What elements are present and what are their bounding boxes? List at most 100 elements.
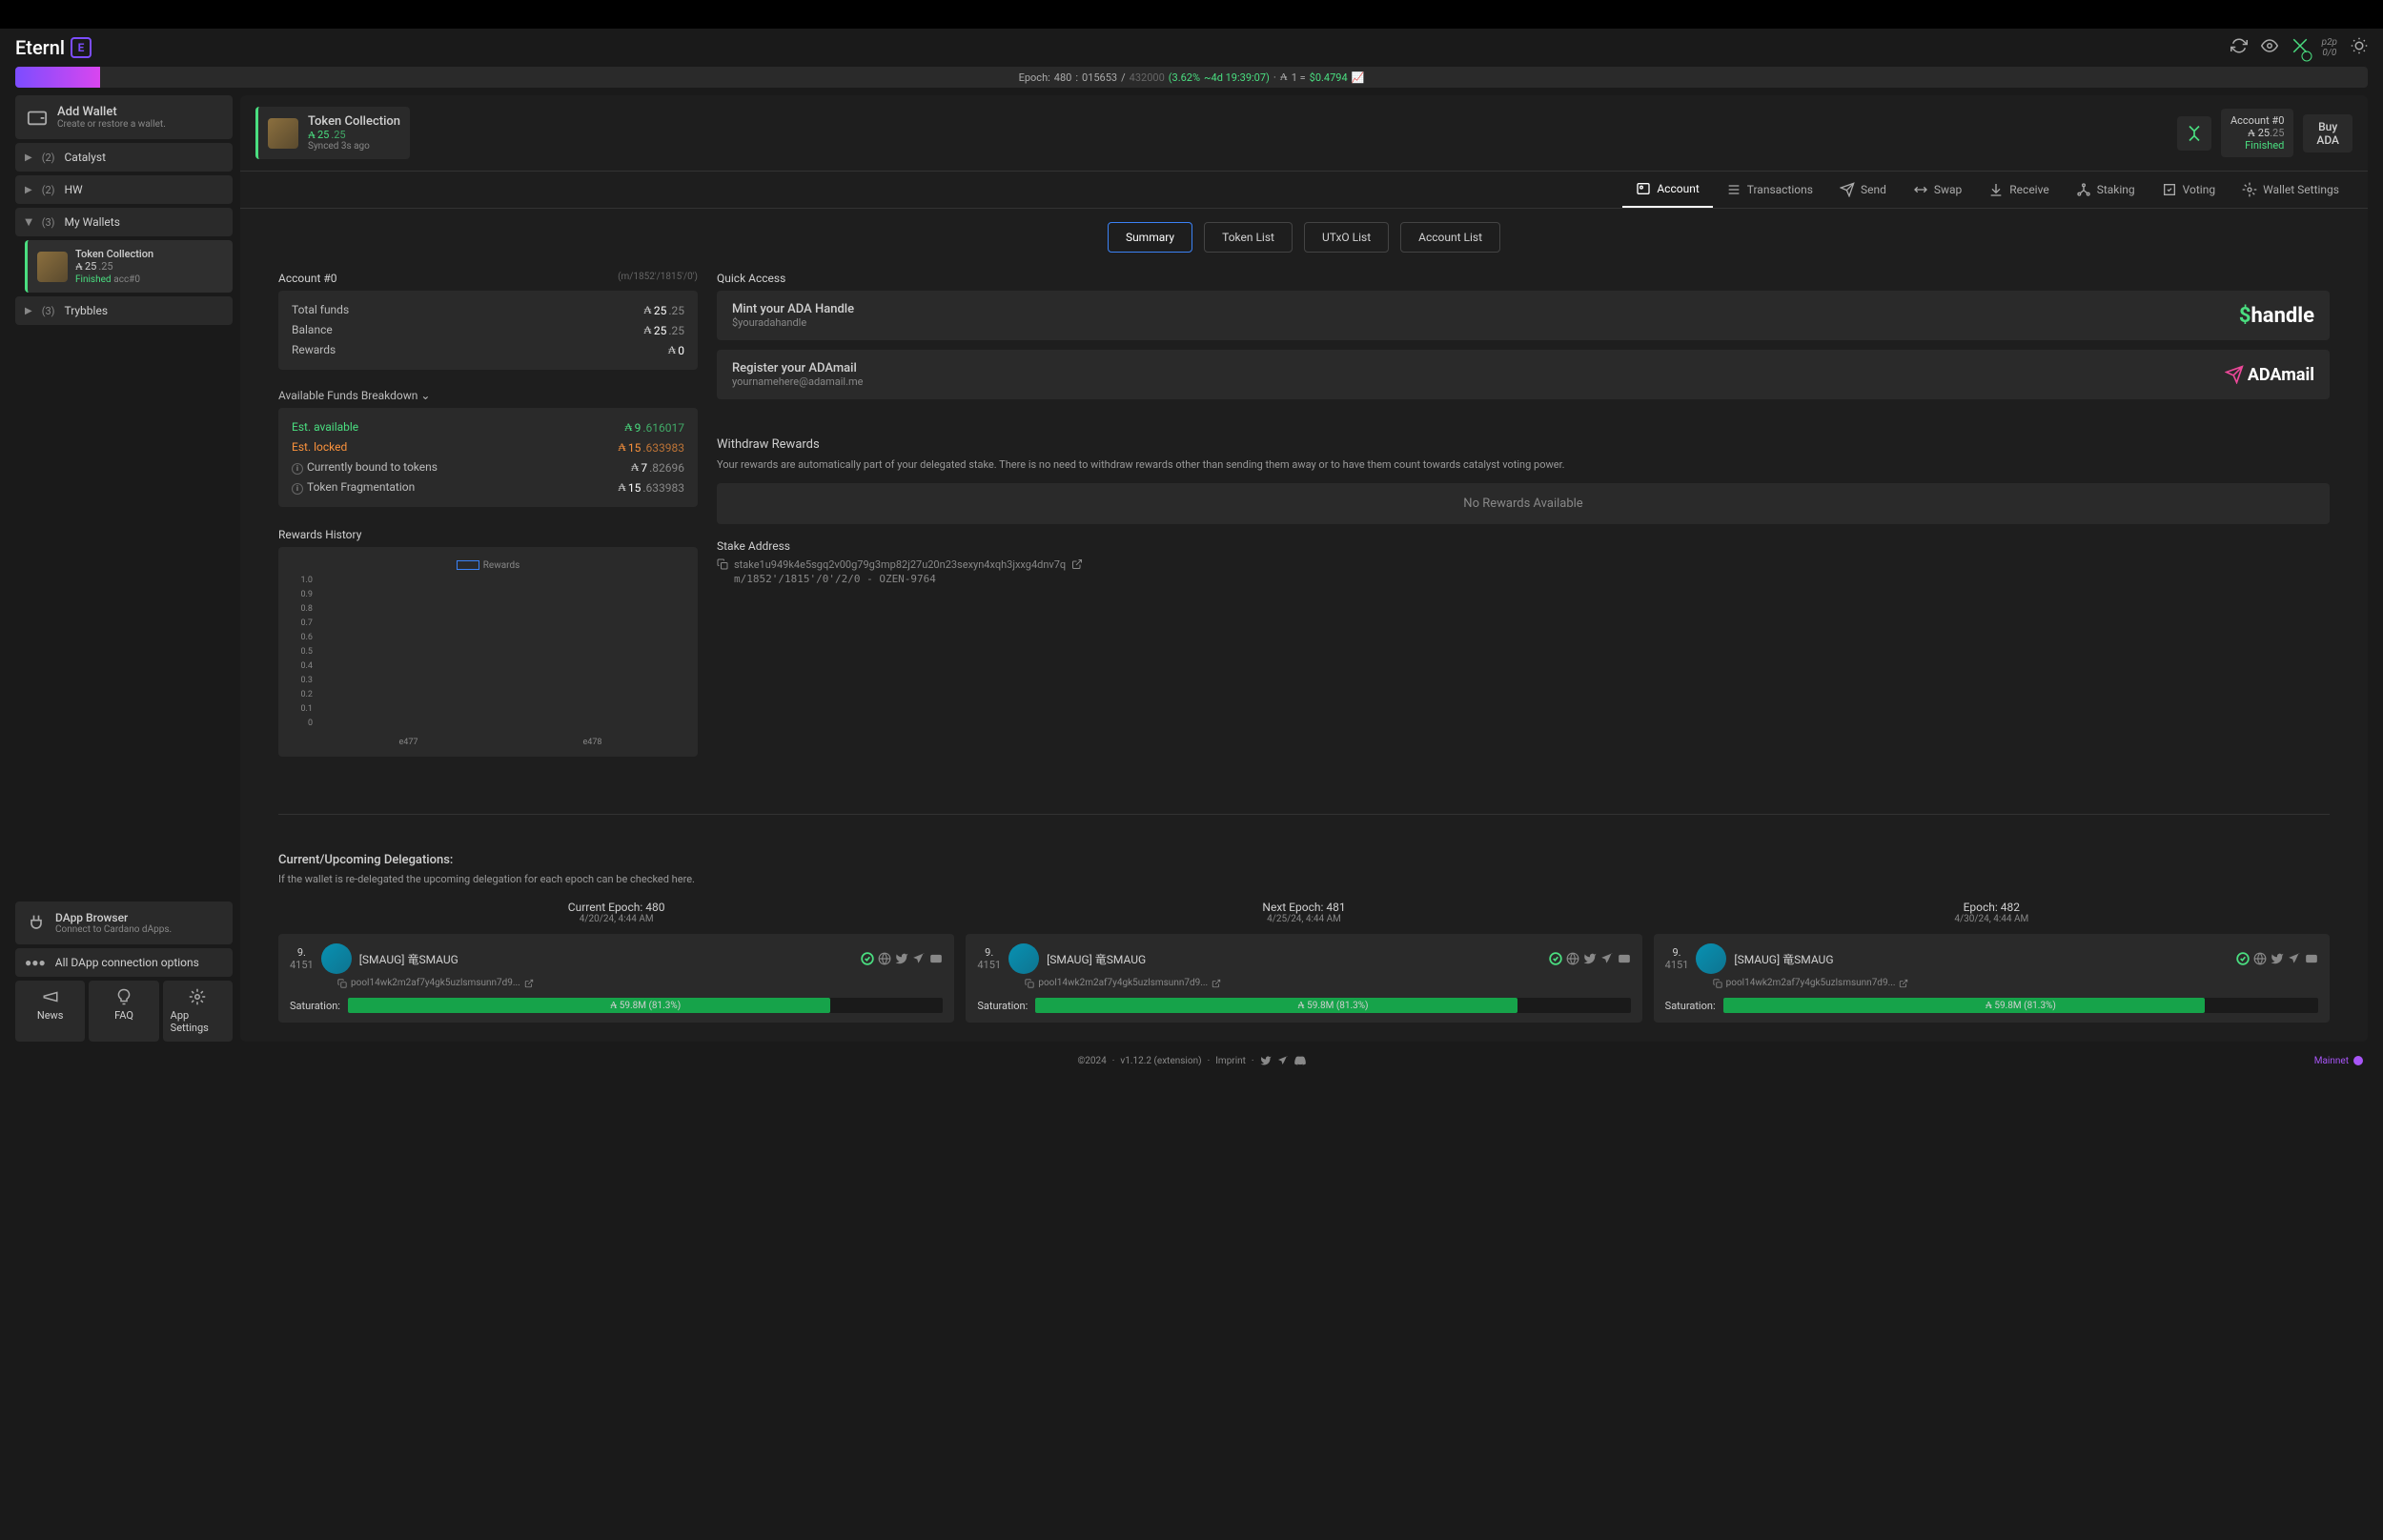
delegation-card: Epoch: 4824/30/24, 4:44 AM 9.4151 [SMAUG…	[1654, 901, 2330, 1023]
rewards-history-title: Rewards History	[278, 522, 698, 547]
pool-rank: 9.4151	[977, 946, 1001, 971]
chevron-down-icon: ▶	[23, 218, 33, 226]
tab-wallet-settings[interactable]: Wallet Settings	[2229, 172, 2352, 208]
wallet-avatar	[268, 118, 298, 149]
dapp-connected-icon[interactable]	[2177, 116, 2211, 151]
stake-address[interactable]: stake1u949k4e5sgq2v00g79g3mp82j27u20n23s…	[734, 558, 1066, 571]
account-chip[interactable]: Account #0 ₳ 25.25 Finished	[2221, 109, 2293, 157]
subtab-utxo-list[interactable]: UTxO List	[1304, 222, 1389, 253]
rewards-chart: Rewards 1.0 0.9 0.8 0.7 0.6 0.5 0.4 0.3 …	[278, 547, 698, 757]
subtab-summary[interactable]: Summary	[1108, 222, 1192, 253]
epoch-progress-bar[interactable]: Epoch: 480: 015653/432000 (3.62% ~4d 19:…	[15, 67, 2368, 88]
pool-rank: 9.4151	[1665, 946, 1689, 971]
pool-card[interactable]: 9.4151 [SMAUG] 竜SMAUG pool14wk2m2af7y4gk…	[1654, 934, 2330, 1023]
youtube-icon[interactable]	[1618, 952, 1631, 965]
tab-transactions[interactable]: Transactions	[1713, 172, 1826, 208]
gear-icon	[189, 988, 206, 1005]
pool-id: pool14wk2m2af7y4gk5uzlsmsunn7d9...	[1038, 978, 1208, 988]
tab-swap[interactable]: Swap	[1900, 172, 1975, 208]
globe-icon[interactable]	[878, 952, 891, 965]
check-badge-icon	[2352, 1055, 2364, 1066]
dapp-browser-button[interactable]: DApp Browser Connect to Cardano dApps.	[15, 902, 233, 944]
theme-toggle-icon[interactable]	[2351, 37, 2368, 58]
discord-icon[interactable]	[1294, 1055, 1306, 1066]
pool-card[interactable]: 9.4151 [SMAUG] 竜SMAUG pool14wk2m2af7y4gk…	[966, 934, 1641, 1023]
delegation-epoch: Next Epoch: 481	[966, 901, 1641, 914]
copy-icon[interactable]	[337, 979, 347, 988]
footer-imprint-link[interactable]: Imprint	[1215, 1056, 1246, 1066]
external-link-icon[interactable]	[524, 979, 534, 988]
external-link-icon[interactable]	[1899, 979, 1908, 988]
sync-icon[interactable]	[2230, 37, 2248, 58]
twitter-icon[interactable]	[2271, 952, 2284, 965]
telegram-icon[interactable]	[912, 952, 926, 965]
account-title: Account #0	[278, 272, 337, 285]
withdraw-desc: Your rewards are automatically part of y…	[717, 457, 2330, 474]
subtab-token-list[interactable]: Token List	[1204, 222, 1293, 253]
delegation-card: Next Epoch: 4814/25/24, 4:44 AM 9.4151 […	[966, 901, 1641, 1023]
faq-button[interactable]: FAQ	[89, 981, 158, 1042]
ada-handle-card[interactable]: Mint your ADA Handle $youradahandle $han…	[717, 291, 2330, 340]
pool-name: [SMAUG] 竜SMAUG	[1734, 951, 2229, 967]
delegation-date: 4/30/24, 4:44 AM	[1654, 914, 2330, 924]
globe-icon[interactable]	[1566, 952, 1579, 965]
funds-panel: Total funds₳ 25.25 Balance₳ 25.25 Reward…	[278, 291, 698, 370]
network-indicator[interactable]: Mainnet	[2314, 1055, 2364, 1066]
external-link-icon[interactable]	[1071, 558, 1083, 570]
tab-voting[interactable]: Voting	[2149, 172, 2229, 208]
epoch-pct: (3.62%	[1169, 71, 1200, 84]
tab-receive[interactable]: Receive	[1975, 172, 2062, 208]
wallet-plus-icon	[27, 107, 48, 128]
info-icon[interactable]: i	[292, 463, 303, 475]
sidebar-group-my-wallets[interactable]: ▶ (3) My Wallets	[15, 208, 233, 236]
tab-staking[interactable]: Staking	[2063, 172, 2149, 208]
chevron-right-icon: ▶	[25, 185, 32, 195]
saturation-label: Saturation:	[290, 1000, 340, 1012]
twitter-icon[interactable]	[1260, 1055, 1272, 1066]
sidebar-group-hw[interactable]: ▶ (2) HW	[15, 175, 233, 204]
subtab-account-list[interactable]: Account List	[1400, 222, 1500, 253]
p2p-indicator[interactable]: p2p 0/0	[2322, 37, 2337, 58]
stake-path: m/1852'/1815'/0'/2/0 - OZEN-9764	[717, 573, 2330, 585]
epoch-label: Epoch:	[1019, 71, 1050, 84]
news-button[interactable]: News	[15, 981, 85, 1042]
logo-icon: E	[71, 37, 92, 58]
telegram-icon[interactable]	[1277, 1055, 1289, 1066]
app-logo[interactable]: Eternl E	[15, 36, 92, 59]
twitter-icon[interactable]	[1583, 952, 1597, 965]
telegram-icon[interactable]	[2288, 952, 2301, 965]
breakdown-toggle[interactable]: Available Funds Breakdown ⌄	[278, 379, 698, 408]
globe-sync-icon[interactable]	[2291, 37, 2309, 58]
globe-icon[interactable]	[2253, 952, 2267, 965]
saturation-label: Saturation:	[977, 1000, 1028, 1012]
info-icon[interactable]: i	[292, 483, 303, 495]
add-wallet-button[interactable]: Add Wallet Create or restore a wallet.	[15, 95, 233, 139]
eye-icon[interactable]	[2261, 37, 2278, 58]
tab-account[interactable]: Account	[1622, 172, 1712, 208]
buy-ada-button[interactable]: Buy ADA	[2303, 114, 2352, 152]
tab-send[interactable]: Send	[1826, 172, 1900, 208]
sidebar-group-trybbles[interactable]: ▶ (3) Trybbles	[15, 296, 233, 325]
dapp-connections-button[interactable]: ●●● All DApp connection options	[15, 948, 233, 977]
twitter-icon[interactable]	[895, 952, 908, 965]
youtube-icon[interactable]	[2305, 952, 2318, 965]
pool-id: pool14wk2m2af7y4gk5uzlsmsunn7d9...	[351, 978, 520, 988]
adamail-card[interactable]: Register your ADAmail yournamehere@adama…	[717, 350, 2330, 399]
telegram-icon[interactable]	[1600, 952, 1614, 965]
delegations-title: Current/Upcoming Delegations:	[278, 853, 2330, 867]
copy-icon[interactable]	[717, 558, 728, 570]
copy-icon[interactable]	[1025, 979, 1034, 988]
chevron-right-icon: ▶	[25, 152, 32, 163]
wallet-avatar	[37, 252, 68, 282]
pool-rank: 9.4151	[290, 946, 314, 971]
app-settings-button[interactable]: App Settings	[163, 981, 233, 1042]
active-wallet-card[interactable]: Token Collection ₳ 25.25 Synced 3s ago	[255, 107, 410, 159]
sidebar-wallet-token-collection[interactable]: Token Collection ₳ 25.25 Finished acc#0	[25, 240, 233, 293]
external-link-icon[interactable]	[1212, 979, 1221, 988]
copy-icon[interactable]	[1713, 979, 1722, 988]
pool-name: [SMAUG] 竜SMAUG	[1047, 951, 1541, 967]
sidebar-group-catalyst[interactable]: ▶ (2) Catalyst	[15, 143, 233, 172]
epoch-number: 480	[1054, 71, 1072, 84]
pool-card[interactable]: 9.4151 [SMAUG] 竜SMAUG pool14wk2m2af7y4gk…	[278, 934, 954, 1023]
youtube-icon[interactable]	[929, 952, 943, 965]
